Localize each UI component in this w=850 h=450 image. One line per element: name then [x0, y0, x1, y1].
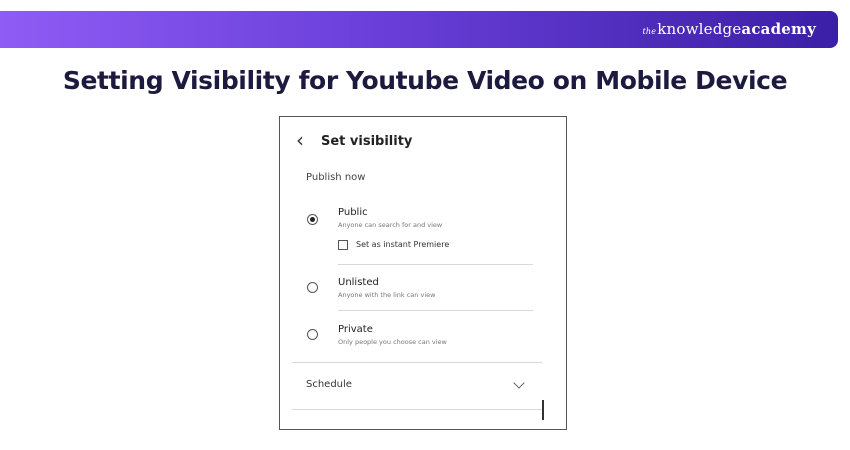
scrollbar[interactable]: [542, 400, 544, 420]
chevron-down-icon[interactable]: [513, 377, 525, 389]
radio-unlisted[interactable]: [307, 282, 318, 293]
option-desc-private: Only people you choose can view: [338, 338, 447, 346]
divider: [338, 264, 533, 265]
divider: [292, 409, 542, 410]
radio-public[interactable]: [307, 214, 318, 225]
page-title: Setting Visibility for Youtube Video on …: [62, 66, 788, 95]
screen-title: Set visibility: [321, 134, 413, 149]
header-banner: theknowledgeacademy: [0, 11, 838, 48]
radio-private[interactable]: [307, 329, 318, 340]
premiere-checkbox[interactable]: [338, 240, 348, 250]
publish-now-label: Publish now: [306, 172, 366, 183]
chevron-left-icon[interactable]: ‹: [296, 130, 304, 150]
option-desc-public: Anyone can search for and view: [338, 221, 443, 229]
phone-screen: ‹ Set visibility Publish now Public Anyo…: [279, 116, 567, 430]
option-desc-unlisted: Anyone with the link can view: [338, 291, 436, 299]
divider: [292, 362, 542, 363]
schedule-label[interactable]: Schedule: [306, 379, 352, 390]
brand-logo-academy: academy: [741, 20, 816, 38]
option-label-private: Private: [338, 324, 373, 335]
brand-logo: theknowledgeacademy: [643, 20, 816, 38]
divider: [338, 310, 533, 311]
option-label-unlisted: Unlisted: [338, 277, 379, 288]
brand-logo-the: the: [642, 27, 657, 36]
option-label-public: Public: [338, 207, 368, 218]
brand-logo-knowledge: knowledge: [657, 20, 742, 38]
premiere-checkbox-label[interactable]: Set as instant Premiere: [356, 240, 449, 249]
